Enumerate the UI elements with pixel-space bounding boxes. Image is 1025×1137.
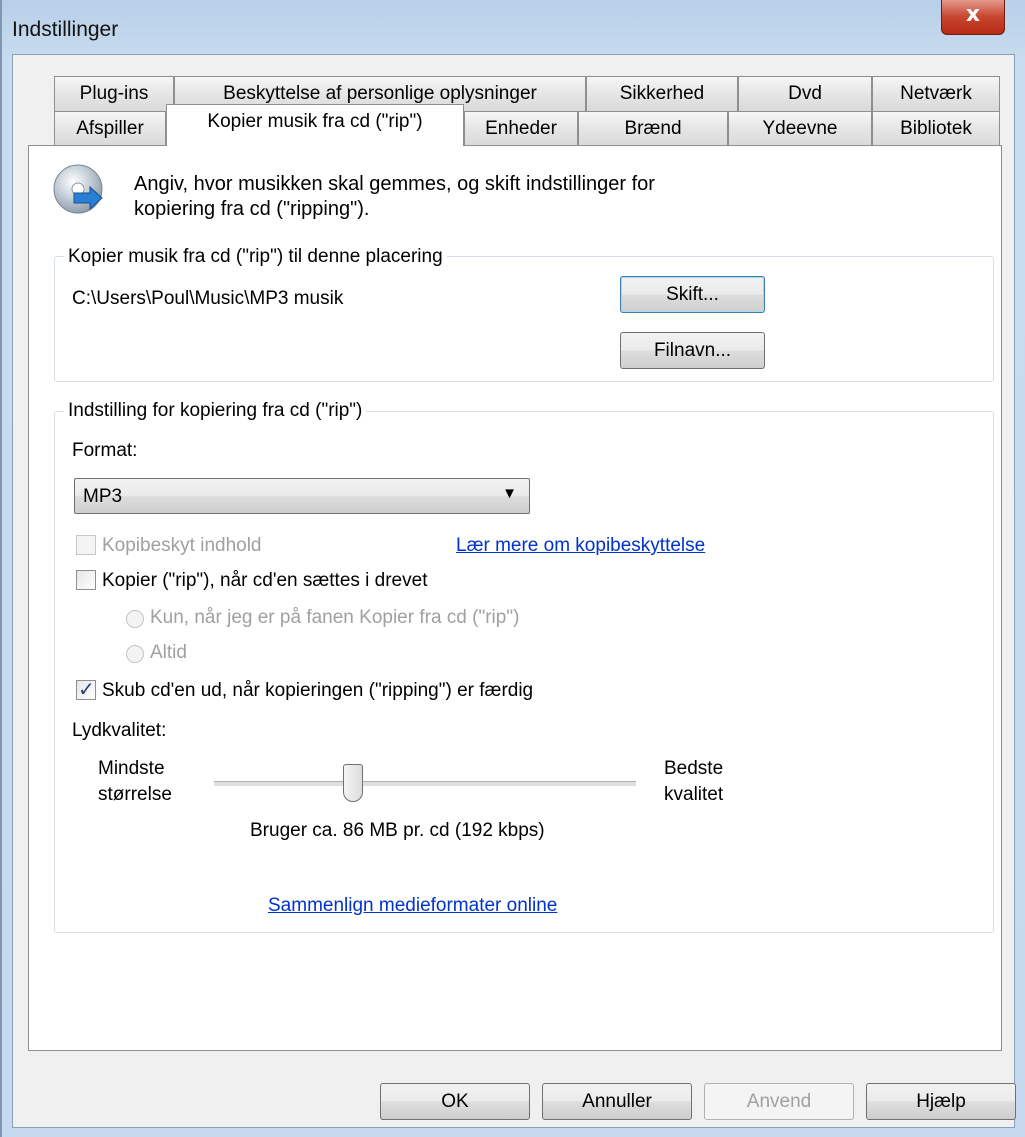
close-button[interactable]: x [941,0,1005,35]
best-quality-label-line1: Bedste [664,758,724,779]
size-usage-text: Bruger ca. 86 MB pr. cd (192 kbps) [250,820,545,841]
apply-button[interactable]: Anvend [704,1083,854,1120]
rip-only-on-tab-radio[interactable] [126,610,144,628]
tab-label: Enheder [485,118,557,139]
compare-formats-link[interactable]: Sammenlign medieformater online [268,895,557,917]
rip-always-label: Altid [150,642,187,663]
eject-label: Skub cd'en ud, når kopieringen ("ripping… [102,680,534,701]
audio-quality-slider-track[interactable] [214,781,636,787]
cancel-button[interactable]: Annuller [542,1083,692,1120]
rip-location-legend: Kopier musik fra cd ("rip") til denne pl… [64,246,447,268]
tab-label: Bibliotek [900,118,972,139]
tab-player[interactable]: Afspiller [54,111,166,146]
tab-plug-ins[interactable]: Plug-ins [54,76,174,111]
window-title: Indstillinger [12,18,119,41]
best-quality-label-line2: kvalitet [664,784,724,805]
tab-label: Netværk [900,83,972,104]
rip-settings-legend: Indstilling for kopiering fra cd ("rip") [64,400,367,422]
tab-rip-music[interactable]: Kopier musik fra cd ("rip") [166,104,464,146]
tab-label: Dvd [788,83,822,104]
format-label: Format: [72,440,138,461]
tab-label: Plug-ins [79,83,149,104]
help-button[interactable]: Hjælp [866,1083,1016,1120]
tab-devices[interactable]: Enheder [464,111,578,146]
rip-only-on-tab-label: Kun, når jeg er på fanen Kopier fra cd (… [150,607,520,628]
intro-line-1: Angiv, hvor musikken skal gemmes, og ski… [134,173,655,195]
options-dialog: Indstillinger x Plug-ins Beskyttelse af … [0,0,1025,1137]
tab-performance[interactable]: Ydeevne [728,111,872,146]
tab-label: Beskyttelse af personlige oplysninger [223,83,537,104]
format-select[interactable]: MP3 ▼ [74,478,530,514]
rip-always-radio[interactable] [126,645,144,663]
chevron-down-icon: ▼ [502,485,517,502]
cd-rip-icon [53,164,103,214]
tab-label: Brænd [624,118,682,139]
rip-location-path: C:\Users\Poul\Music\MP3 musik [72,288,344,309]
format-value: MP3 [83,486,123,507]
tab-security[interactable]: Sikkerhed [586,76,738,111]
audio-quality-slider-thumb[interactable] [343,764,364,802]
min-size-label-line2: størrelse [98,784,172,805]
tab-label: Afspiller [76,118,144,139]
auto-rip-label: Kopier ("rip"), når cd'en sættes i dreve… [102,570,428,591]
auto-rip-checkbox[interactable] [76,570,96,590]
ok-button[interactable]: OK [380,1083,530,1120]
copy-protect-label: Kopibeskyt indhold [102,535,262,556]
rip-location-group [54,256,994,382]
tab-network[interactable]: Netværk [872,76,1000,111]
close-icon: x [965,2,981,27]
file-name-button[interactable]: Filnavn... [620,332,765,369]
audio-quality-label: Lydkvalitet: [72,720,167,741]
copy-protect-checkbox[interactable] [76,535,96,555]
eject-checkbox[interactable]: ✓ [76,679,96,701]
change-location-button[interactable]: Skift... [620,276,765,313]
tab-dvd[interactable]: Dvd [738,76,872,111]
tab-library[interactable]: Bibliotek [872,111,1000,146]
tab-label: Ydeevne [762,118,838,139]
tab-label: Kopier musik fra cd ("rip") [207,111,423,132]
checkmark-icon: ✓ [78,679,95,701]
min-size-label-line1: Mindste [98,758,165,779]
tab-burn[interactable]: Brænd [578,111,728,146]
intro-line-2: kopiering fra cd ("ripping"). [134,198,370,220]
copy-protect-link[interactable]: Lær mere om kopibeskyttelse [456,535,705,557]
intro-description: Angiv, hvor musikken skal gemmes, og ski… [134,172,655,222]
tab-label: Sikkerhed [619,83,705,104]
